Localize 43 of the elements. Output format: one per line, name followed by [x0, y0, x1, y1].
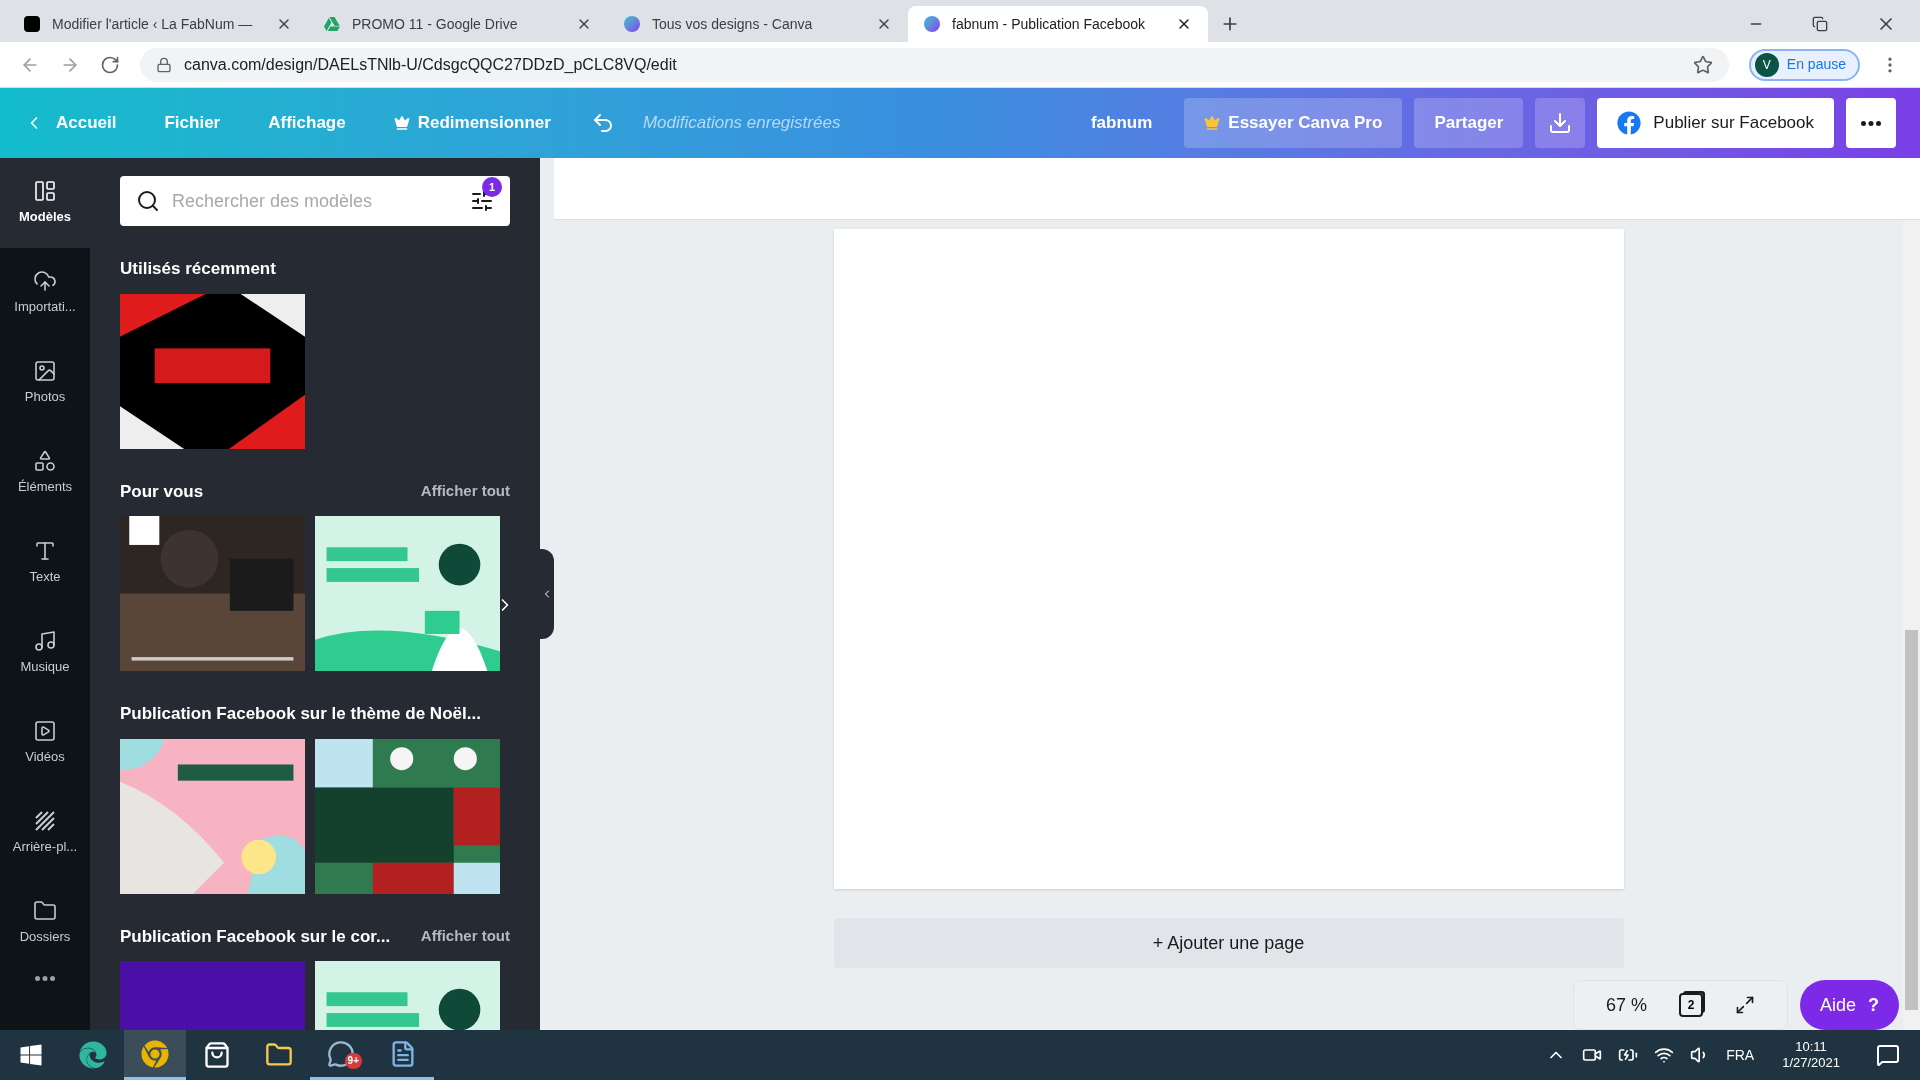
browser-tab[interactable]: Tous vos designs - Canva	[608, 6, 908, 42]
help-button[interactable]: Aide ?	[1799, 980, 1899, 1030]
notification-badge: 9+	[344, 1053, 362, 1069]
profile-status: En pause	[1786, 55, 1846, 74]
browser-tab[interactable]: Modifier l'article ‹ La FabNum —	[8, 6, 308, 42]
publish-button[interactable]: Publier sur Facebook	[1597, 98, 1834, 148]
clock-time: 10:11	[1795, 1038, 1827, 1055]
search-input[interactable]: Rechercher des modèles	[172, 187, 458, 215]
zoom-level[interactable]: 67 %	[1605, 991, 1647, 1019]
section-title: Publication Facebook sur le thème de Noël...	[120, 703, 481, 725]
tab-title: PROMO 11 - Google Drive	[352, 14, 519, 34]
profile-chip[interactable]: V En pause	[1748, 48, 1860, 81]
page-count-button[interactable]: 2	[1678, 993, 1703, 1017]
sidebar-item[interactable]: Texte	[0, 518, 90, 608]
section-title: Publication Facebook sur le cor...	[120, 925, 391, 948]
sidebar-item[interactable]: Éléments	[0, 428, 90, 518]
search-field[interactable]: Rechercher des modèles 1	[120, 176, 510, 226]
taskbar-app[interactable]: 9+	[310, 1030, 372, 1080]
language-indicator[interactable]: FRA	[1726, 1044, 1755, 1066]
filter-badge: 1	[482, 177, 502, 197]
sidebar-item[interactable]: Dossiers	[0, 878, 90, 968]
clock-date: 1/27/2021	[1782, 1055, 1840, 1072]
url-text: canva.com/design/DAELsTNlb-U/CdsgcQQC27DDzD_pCLC8VQ/edit	[184, 54, 678, 75]
tab-title: Modifier l'article ‹ La FabNum —	[52, 14, 254, 34]
show-all-link[interactable]: Afficher tout	[420, 480, 510, 503]
section-title: Utilisés récemment	[120, 258, 276, 280]
tab-title: fabnum - Publication Facebook	[952, 14, 1146, 34]
sidebar-item[interactable]: Importati...	[0, 248, 90, 338]
sidebar-item[interactable]: Modèles	[0, 158, 90, 248]
show-all-link[interactable]: Afficher tout	[420, 925, 510, 948]
avatar: V	[1754, 52, 1779, 77]
sidebar-item[interactable]: Vidéos	[0, 698, 90, 788]
browser-tab[interactable]: fabnum - Publication Facebook	[908, 6, 1208, 42]
browser-tab[interactable]: PROMO 11 - Google Drive	[308, 6, 608, 42]
add-page-button[interactable]: + Ajouter une page	[833, 918, 1624, 968]
sidebar-item[interactable]: Musique	[0, 608, 90, 698]
section-title: Pour vous	[120, 480, 204, 503]
sidebar-item[interactable]: Photos	[0, 338, 90, 428]
team-name: fabnum	[1090, 112, 1153, 135]
sidebar-item[interactable]: Arrière-pl...	[0, 788, 90, 878]
address-field[interactable]: canva.com/design/DAELsTNlb-U/CdsgcQQC27DDzD_pCLC8VQ/edit	[140, 47, 1729, 82]
tab-title: Tous vos designs - Canva	[652, 14, 814, 34]
save-status: Modifications enregistrées	[642, 112, 842, 135]
